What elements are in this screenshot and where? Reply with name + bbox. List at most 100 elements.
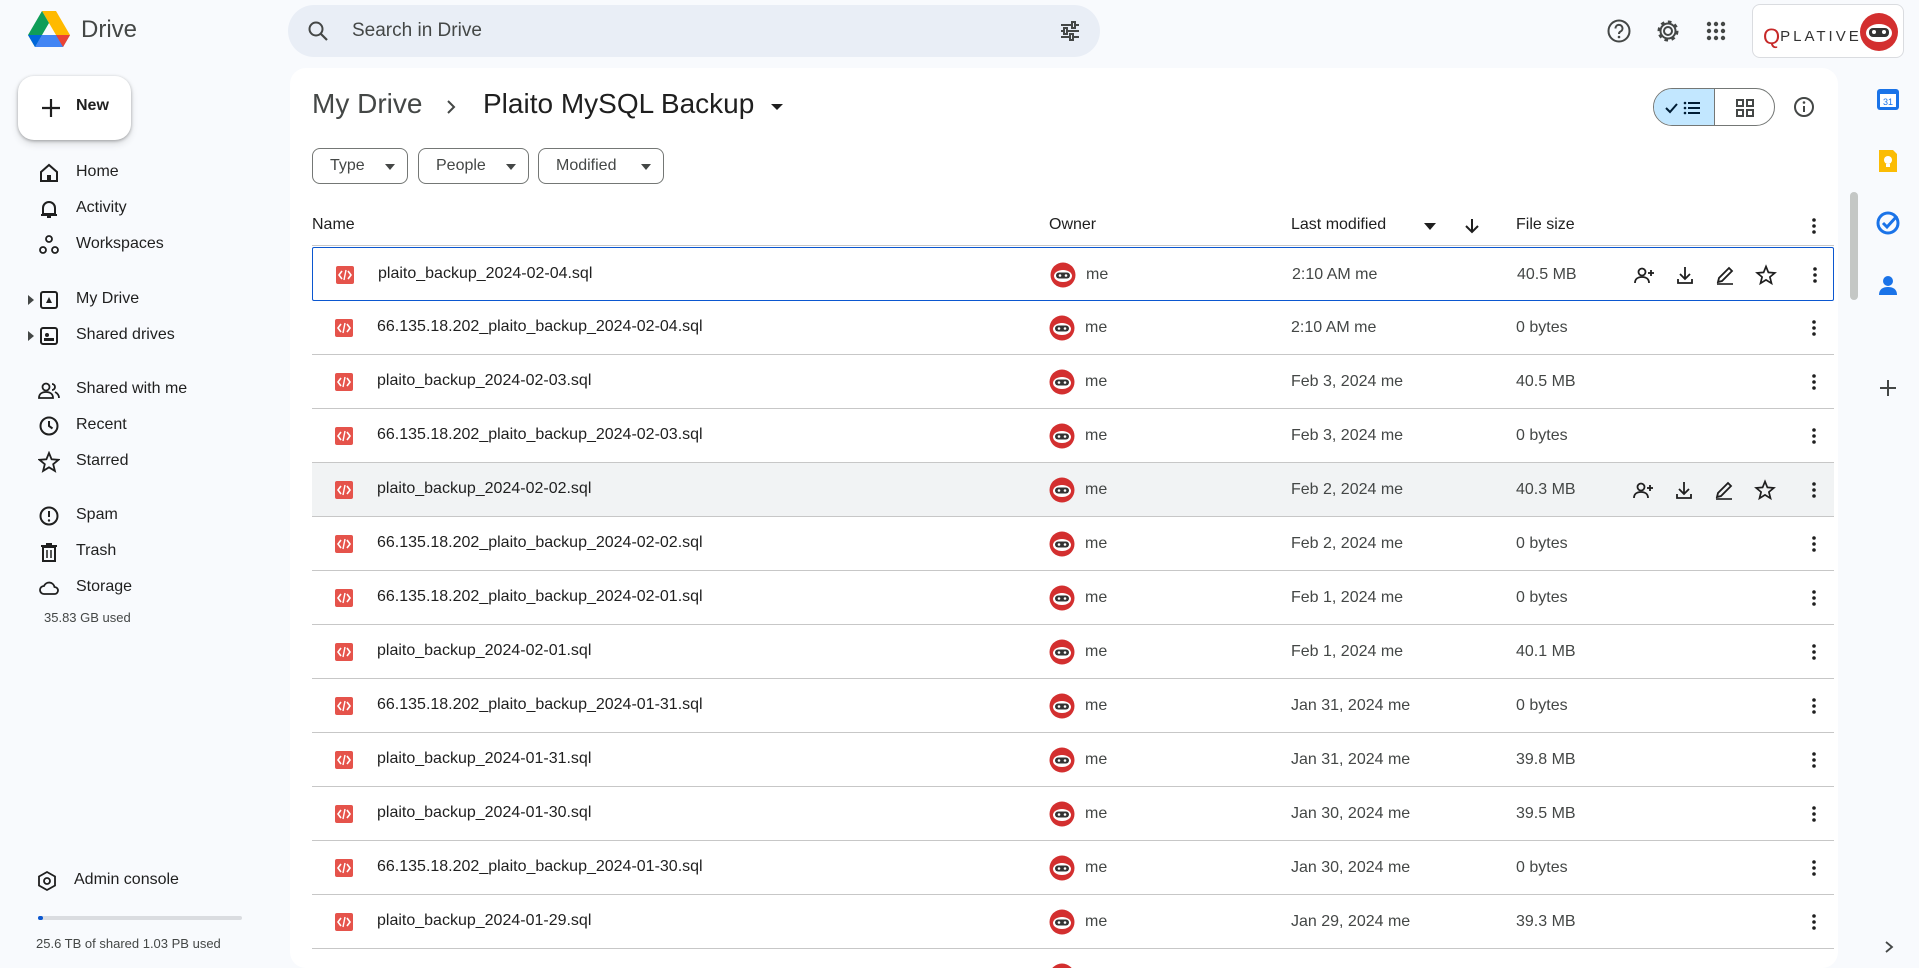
table-row[interactable]: 66.135.18.202_plaito_backup_2024-02-02.s… <box>312 517 1834 571</box>
rename-pencil-icon[interactable] <box>1714 264 1736 286</box>
more-actions-icon[interactable] <box>1804 858 1824 878</box>
scrollbar-thumb[interactable] <box>1850 192 1858 300</box>
sort-direction-arrow-icon[interactable] <box>1462 216 1482 236</box>
expand-side-panel-chevron-icon[interactable] <box>1882 940 1896 954</box>
table-row[interactable]: plaito_backup_2024-02-02.sql me Feb 2, 202… <box>312 463 1834 517</box>
file-name[interactable]: 66.135.18.202_plaito_backup_2024-02-01.s… <box>377 588 703 606</box>
sidebar-item-workspaces[interactable]: Workspaces <box>0 228 270 262</box>
user-avatar[interactable] <box>1859 12 1899 52</box>
info-icon[interactable] <box>1793 96 1815 118</box>
breadcrumb-root[interactable]: My Drive <box>312 88 422 120</box>
account-switcher[interactable]: QPLATIVE <box>1752 4 1904 58</box>
folder-menu-caret-icon[interactable] <box>770 102 784 112</box>
new-button[interactable]: New <box>18 76 131 140</box>
table-row[interactable]: plaito_backup_2024-01-31.sql me Jan 31, 20… <box>312 733 1834 787</box>
share-icon[interactable] <box>1632 479 1654 501</box>
add-apps-plus-icon[interactable] <box>1875 375 1901 401</box>
search-icon[interactable] <box>306 19 330 43</box>
add-star-icon[interactable] <box>1754 479 1776 501</box>
sort-field-caret-icon[interactable] <box>1424 223 1436 231</box>
more-actions-icon[interactable] <box>1804 642 1824 662</box>
download-icon[interactable] <box>1673 479 1695 501</box>
more-actions-icon[interactable] <box>1804 588 1824 608</box>
column-header-last-modified[interactable]: Last modified <box>1291 216 1386 234</box>
table-row[interactable]: 66.135.18.202_plaito_backup_2024-01-31.s… <box>312 679 1834 733</box>
table-row[interactable]: 66.135.18.202_plaito_backup_2024-02-03.s… <box>312 409 1834 463</box>
file-name[interactable]: 66.135.18.202_plaito_backup_2024-01-30.s… <box>377 858 703 876</box>
file-name[interactable]: plaito_backup_2024-01-29.sql <box>377 912 591 930</box>
file-name[interactable]: 66.135.18.202_plaito_backup_2024-02-03.s… <box>377 426 703 444</box>
more-actions-icon[interactable] <box>1804 372 1824 392</box>
apps-grid-icon[interactable] <box>1703 18 1729 44</box>
expand-caret-icon[interactable] <box>27 331 35 341</box>
table-row[interactable]: plaito_backup_2024-02-04.sql me 2:10 AM me… <box>312 247 1834 301</box>
column-header-owner[interactable]: Owner <box>1049 216 1096 234</box>
grid-view-button[interactable] <box>1715 89 1774 125</box>
file-name[interactable]: plaito_backup_2024-02-01.sql <box>377 642 591 660</box>
sidebar-item-label: Workspaces <box>76 235 164 252</box>
app-name[interactable]: Drive <box>81 16 137 44</box>
more-options-icon[interactable] <box>1804 216 1824 236</box>
calendar-icon[interactable]: 31 <box>1875 86 1901 112</box>
table-row[interactable]: plaito_backup_2024-01-30.sql me Jan 30, 20… <box>312 787 1834 841</box>
list-view-button[interactable] <box>1654 89 1715 125</box>
table-row[interactable]: plaito_backup_2024-02-01.sql me Feb 1, 202… <box>312 625 1834 679</box>
table-row[interactable]: 66.135.18.202_plaito_backup_2024-01-30.s… <box>312 841 1834 895</box>
more-actions-icon[interactable] <box>1804 912 1824 932</box>
expand-caret-icon[interactable] <box>27 295 35 305</box>
file-name[interactable]: 66.135.18.202_plaito_backup_2024-02-02.s… <box>377 534 703 552</box>
column-header-file-size[interactable]: File size <box>1516 216 1575 234</box>
more-actions-icon[interactable] <box>1805 265 1825 285</box>
sidebar-item-recent[interactable]: Recent <box>0 409 270 443</box>
file-name[interactable]: plaito_backup_2024-02-02.sql <box>377 480 591 498</box>
column-header-name[interactable]: Name <box>312 216 355 234</box>
search-input[interactable]: Search in Drive <box>352 20 482 42</box>
filter-modified-chip[interactable]: Modified <box>538 148 664 184</box>
table-row[interactable]: 66.135.18.202_plaito_backup_2024-02-04.s… <box>312 301 1834 355</box>
filter-type-chip[interactable]: Type <box>312 148 408 184</box>
svg-text:31: 31 <box>1883 97 1893 107</box>
sidebar-item-starred[interactable]: Starred <box>0 445 270 479</box>
sidebar-item-my-drive[interactable]: My Drive <box>0 283 270 317</box>
more-actions-icon[interactable] <box>1804 480 1824 500</box>
search-bar[interactable]: Search in Drive <box>288 5 1100 57</box>
file-name[interactable]: plaito_backup_2024-02-04.sql <box>378 265 592 283</box>
more-actions-icon[interactable] <box>1804 318 1824 338</box>
admin-console-link[interactable]: Admin console <box>0 866 270 896</box>
sidebar-item-activity[interactable]: Activity <box>0 192 270 226</box>
contacts-icon[interactable] <box>1875 272 1901 298</box>
drive-logo-icon[interactable] <box>28 11 70 49</box>
table-row[interactable]: 66.135.18.202_plaito_backup_2024-02-01.s… <box>312 571 1834 625</box>
sidebar-item-spam[interactable]: Spam <box>0 499 270 533</box>
sidebar-item-home[interactable]: Home <box>0 156 270 190</box>
file-name[interactable]: plaito_backup_2024-01-30.sql <box>377 804 591 822</box>
more-actions-icon[interactable] <box>1804 426 1824 446</box>
sidebar-item-trash[interactable]: Trash <box>0 535 270 569</box>
more-actions-icon[interactable] <box>1804 696 1824 716</box>
search-options-icon[interactable] <box>1058 19 1082 43</box>
file-name[interactable]: plaito_backup_2024-01-31.sql <box>377 750 591 768</box>
tasks-icon[interactable] <box>1875 210 1901 236</box>
breadcrumb-current-folder[interactable]: Plaito MySQL Backup <box>483 88 754 120</box>
share-icon[interactable] <box>1633 264 1655 286</box>
sidebar-item-shared-with-me[interactable]: Shared with me <box>0 373 270 407</box>
file-name[interactable]: 66.135.18.202_plaito_backup_2024-01-31.s… <box>377 696 703 714</box>
last-modified: Feb 2, 2024 me <box>1291 481 1404 498</box>
table-row[interactable] <box>312 949 1834 968</box>
keep-icon[interactable] <box>1875 148 1901 174</box>
filter-people-chip[interactable]: People <box>418 148 529 184</box>
more-actions-icon[interactable] <box>1804 534 1824 554</box>
help-icon[interactable] <box>1606 18 1632 44</box>
table-row[interactable]: plaito_backup_2024-01-29.sql me Jan 29, 20… <box>312 895 1834 949</box>
more-actions-icon[interactable] <box>1804 750 1824 770</box>
rename-pencil-icon[interactable] <box>1713 479 1735 501</box>
table-row[interactable]: plaito_backup_2024-02-03.sql me Feb 3, 202… <box>312 355 1834 409</box>
more-actions-icon[interactable] <box>1804 804 1824 824</box>
sidebar-item-shared-drives[interactable]: Shared drives <box>0 319 270 353</box>
sidebar-item-storage[interactable]: Storage <box>0 571 270 605</box>
download-icon[interactable] <box>1674 264 1696 286</box>
add-star-icon[interactable] <box>1755 264 1777 286</box>
file-name[interactable]: plaito_backup_2024-02-03.sql <box>377 372 591 390</box>
settings-gear-icon[interactable] <box>1655 18 1681 44</box>
file-name[interactable]: 66.135.18.202_plaito_backup_2024-02-04.s… <box>377 318 703 336</box>
